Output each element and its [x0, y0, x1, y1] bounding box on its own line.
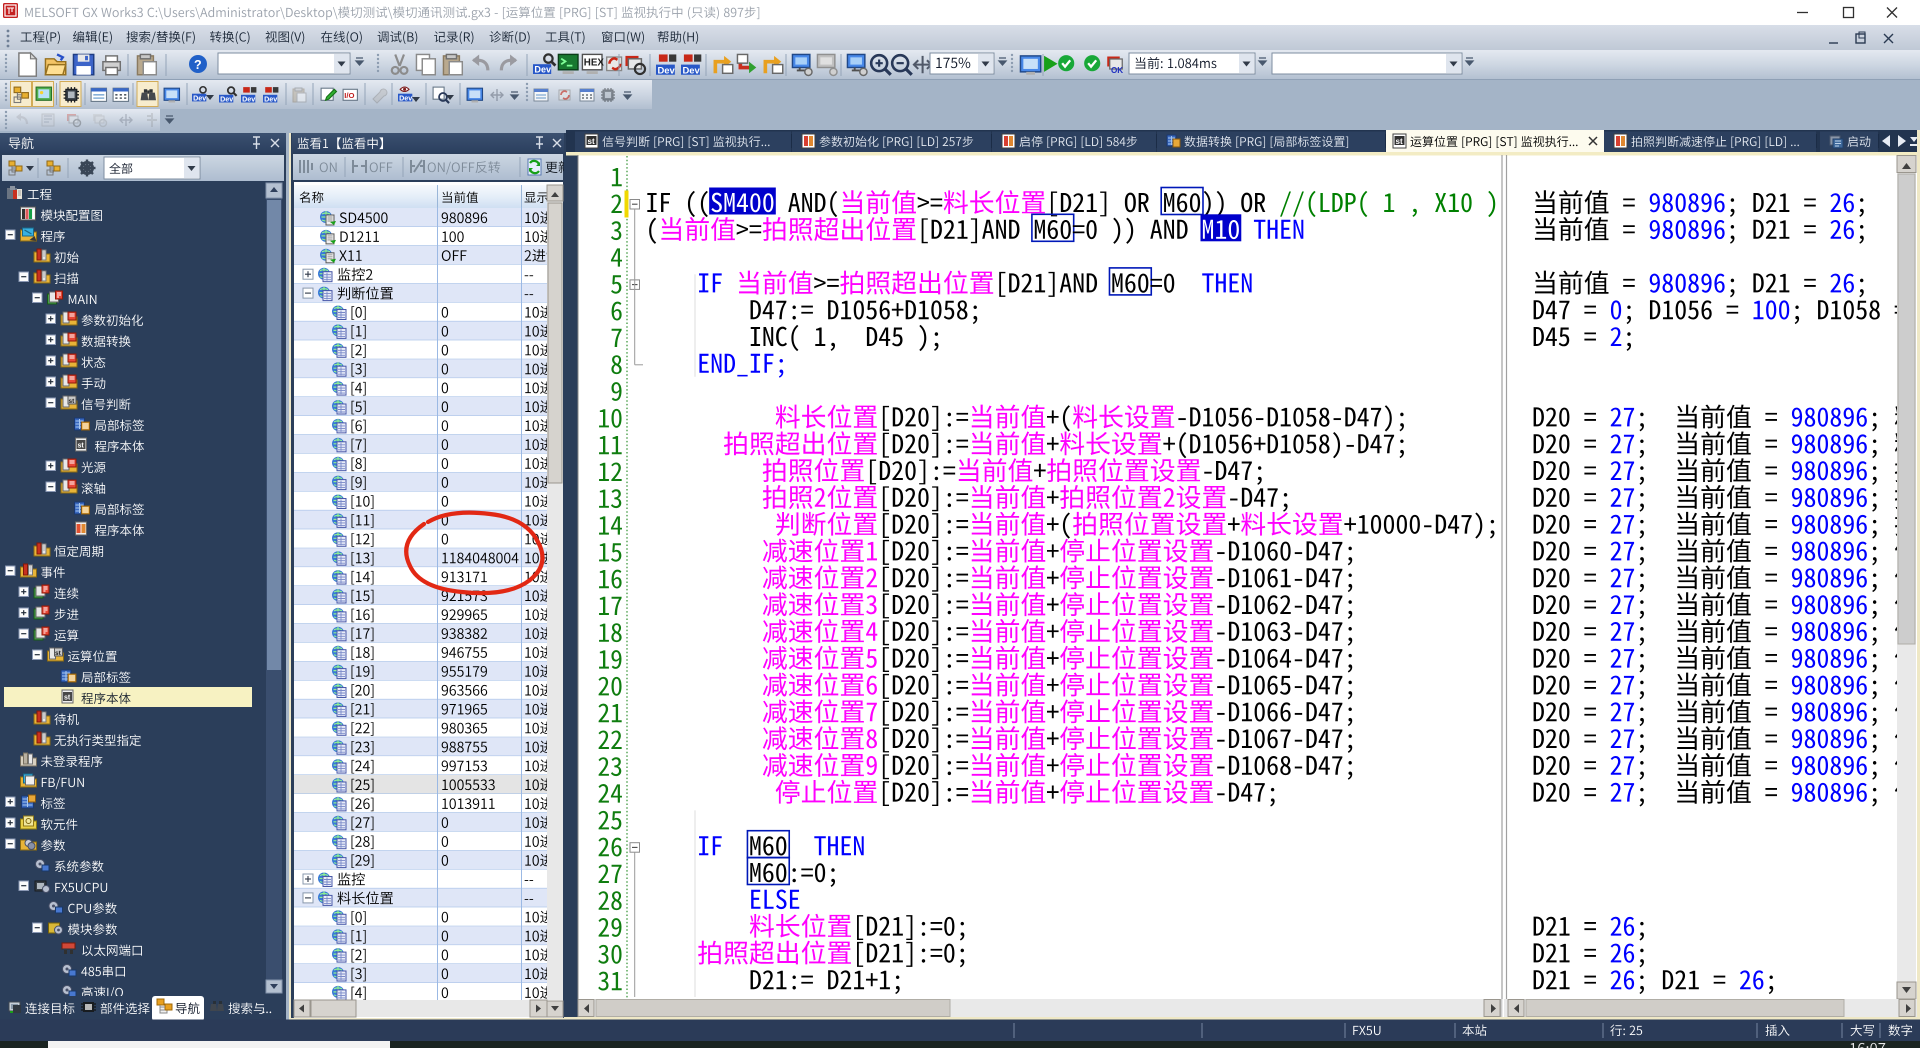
svg-text:?: ?	[194, 58, 202, 72]
